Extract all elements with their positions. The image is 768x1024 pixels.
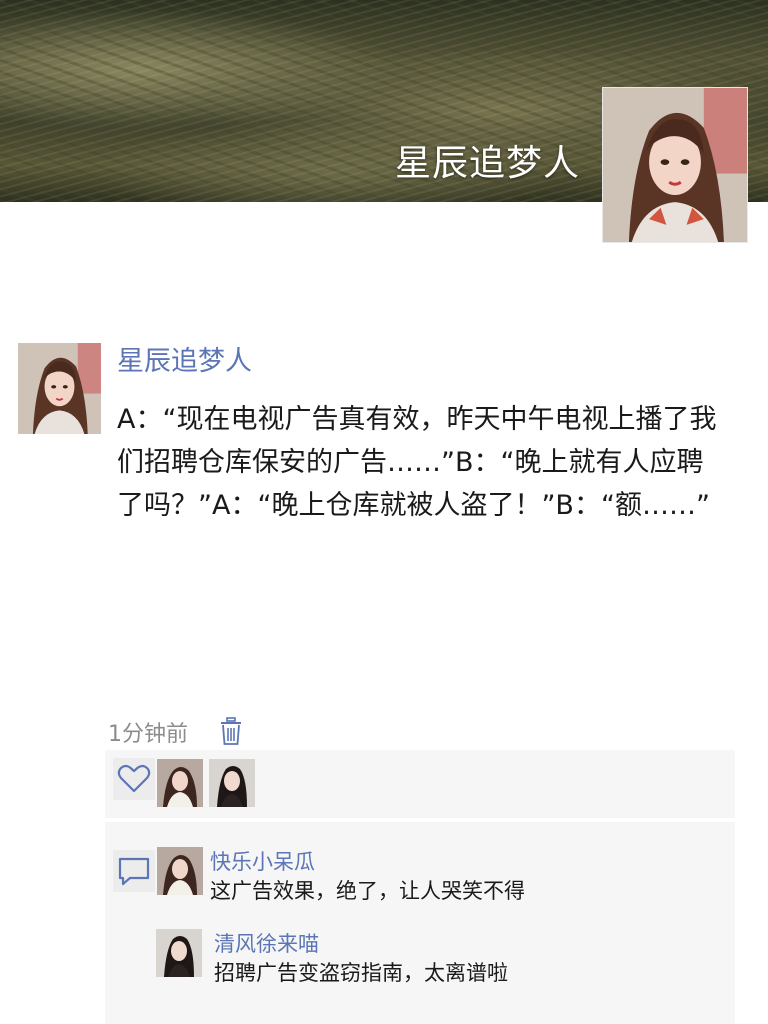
comment-author-name[interactable]: 快乐小呆瓜 xyxy=(210,846,315,876)
post-timestamp: 1分钟前 xyxy=(108,722,188,747)
comment-text: 招聘广告变盗窃指南，太离谱啦 xyxy=(214,961,508,985)
post-text: A：“现在电视广告真有效，昨天中午电视上播了我们招聘仓库保安的广告……”B：“晚… xyxy=(117,404,717,521)
profile-avatar[interactable] xyxy=(602,87,748,243)
comment-bubble-icon[interactable] xyxy=(113,850,155,892)
heart-icon[interactable] xyxy=(113,758,155,800)
comment-text: 这广告效果，绝了，让人哭笑不得 xyxy=(210,879,525,903)
profile-name: 星辰追梦人 xyxy=(394,143,580,184)
liker-avatar[interactable] xyxy=(209,759,255,807)
post-author-avatar[interactable] xyxy=(18,343,101,434)
post-author-name[interactable]: 星辰追梦人 xyxy=(117,339,252,378)
comment-author-avatar[interactable] xyxy=(156,929,202,977)
likes-panel xyxy=(105,750,735,818)
comment-author-avatar[interactable] xyxy=(157,847,203,895)
liker-avatar[interactable] xyxy=(157,759,203,807)
comment-author-name[interactable]: 清风徐来喵 xyxy=(214,928,319,958)
comments-panel: 快乐小呆瓜 这广告效果，绝了，让人哭笑不得 清风徐来喵 招聘广告变盗窃指南，太离… xyxy=(105,822,735,1024)
trash-icon[interactable] xyxy=(218,716,244,746)
